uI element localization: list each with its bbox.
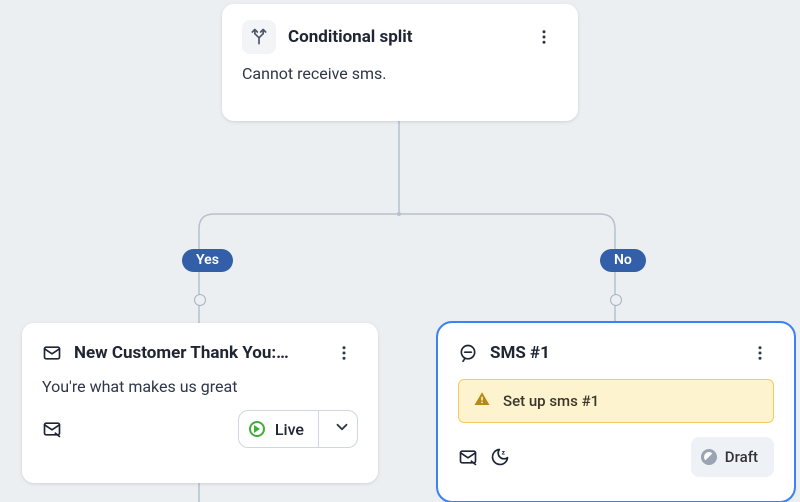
sms-icon [458,343,478,363]
status-dropdown[interactable]: Live [238,410,358,448]
live-status-icon [249,421,265,437]
node-email[interactable]: New Customer Thank You:… You're what mak… [22,323,378,483]
smart-send-icon [458,447,478,467]
node-conditional-split[interactable]: Conditional split Cannot receive sms. [222,4,578,121]
branch-split-icon [242,20,276,54]
status-label: Draft [725,448,758,466]
status-chip-draft[interactable]: Draft [691,437,774,477]
warning-text: Set up sms #1 [503,392,599,410]
branch-junction-no [610,294,622,306]
node-title: SMS #1 [490,343,734,363]
branch-label-yes: Yes [182,249,233,272]
node-title: New Customer Thank You:… [74,343,318,363]
svg-text:z: z [502,449,506,457]
node-menu-button[interactable] [530,23,558,51]
status-label: Live [275,420,304,439]
quiet-hours-icon: z [490,447,510,467]
setup-sms-warning[interactable]: Set up sms #1 [458,379,774,423]
branch-label-no: No [600,249,646,272]
email-icon [42,343,62,363]
draft-status-icon [701,449,717,465]
warning-icon [473,390,491,412]
node-menu-button[interactable] [746,339,774,367]
branch-junction-yes [194,294,206,306]
node-title: Conditional split [288,27,518,47]
node-menu-button[interactable] [330,339,358,367]
node-description: Cannot receive sms. [242,64,558,83]
chevron-down-icon [333,418,351,440]
node-sms[interactable]: SMS #1 Set up sms #1 z Draft [438,323,794,501]
node-body: You're what makes us great [42,377,358,396]
smart-send-icon [42,419,62,439]
